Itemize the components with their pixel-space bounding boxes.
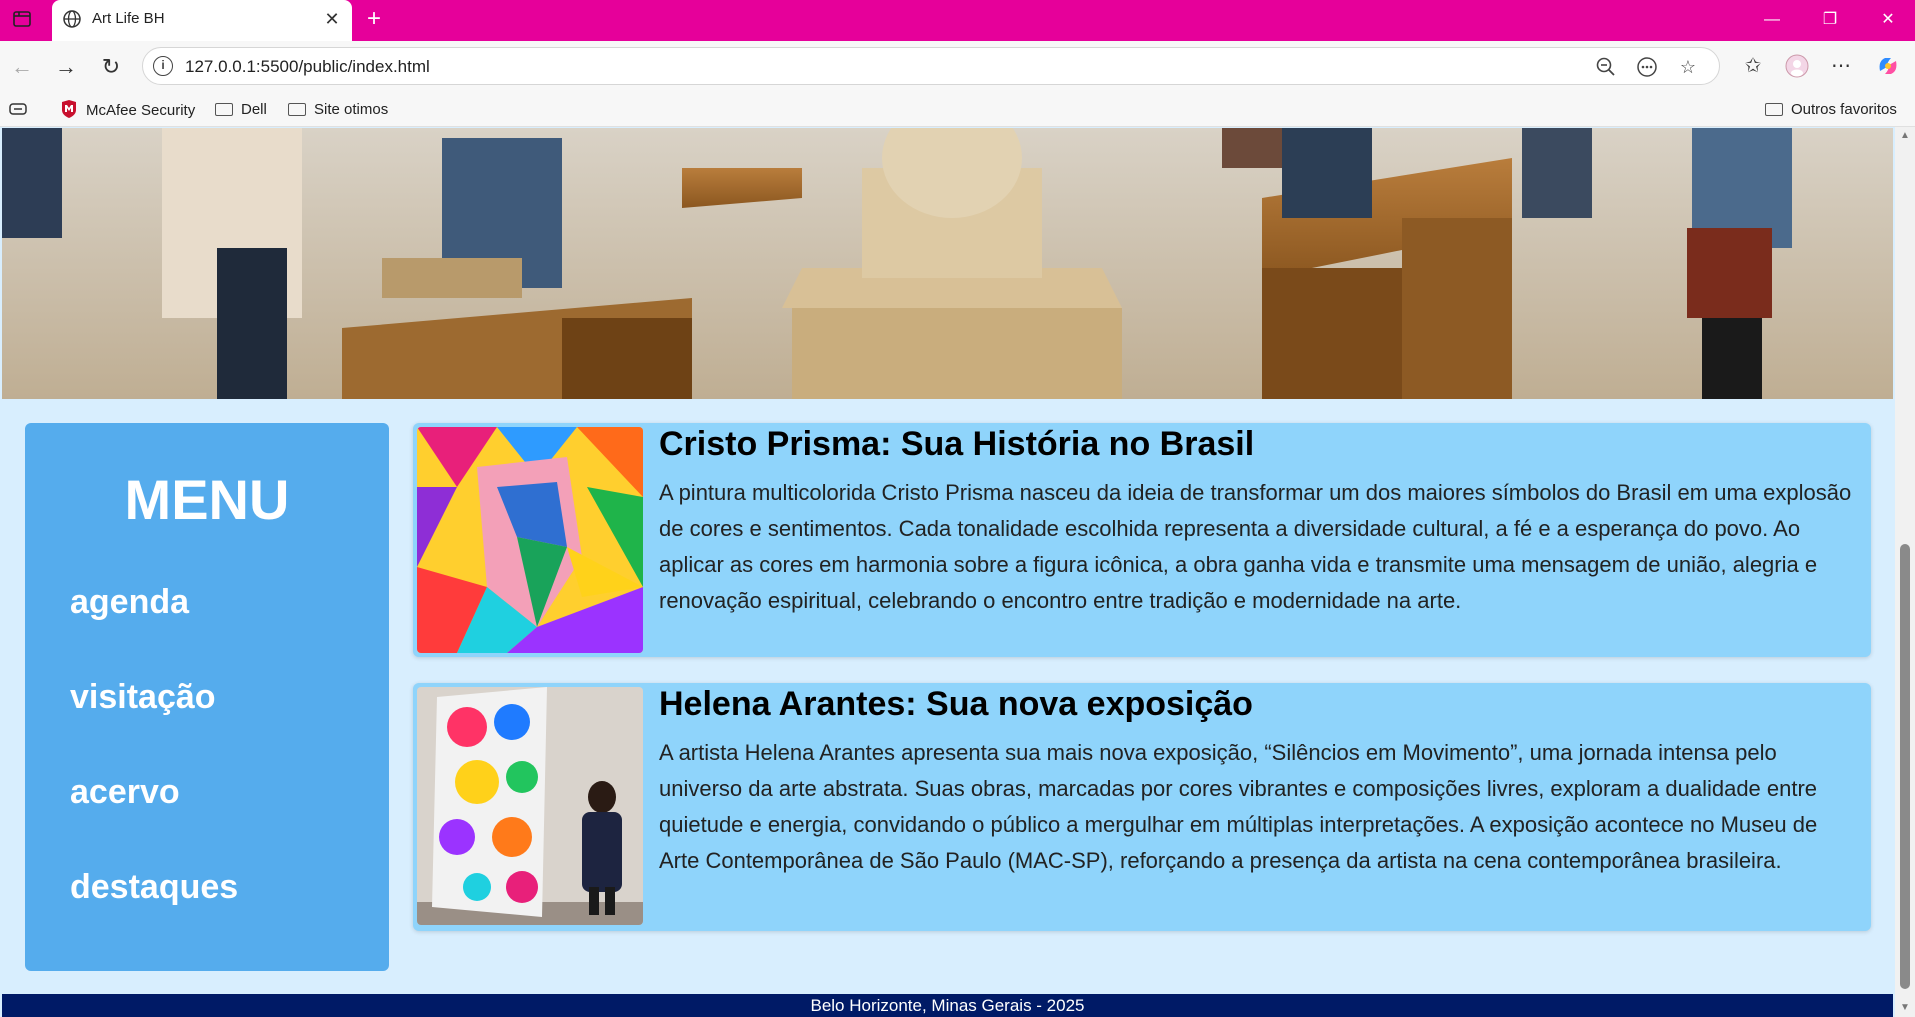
menu-item-destaques[interactable]: destaques (70, 868, 238, 907)
article-card: Helena Arantes: Sua nova exposição A art… (413, 683, 1871, 931)
bookmarks-bar: McAfee Security Dell Site otimos Outros … (0, 92, 1915, 127)
folder-icon (288, 103, 306, 116)
page-scrollbar[interactable]: ▲ ▼ (1895, 127, 1915, 1017)
close-window-icon[interactable]: ✕ (1868, 6, 1908, 34)
hero-museum-image (2, 128, 1893, 399)
back-icon[interactable]: ← (8, 53, 36, 81)
profile-avatar[interactable] (1784, 53, 1810, 79)
article-card: Cristo Prisma: Sua História no Brasil A … (413, 423, 1871, 657)
page-viewport: MENU agenda visitação acervo destaques C… (0, 127, 1895, 1017)
new-tab-icon[interactable]: + (362, 7, 386, 32)
menu-title: MENU (124, 468, 290, 531)
page-footer: Belo Horizonte, Minas Gerais - 2025 (2, 994, 1893, 1017)
scrollbar-thumb[interactable] (1900, 544, 1910, 989)
bookmark-dell[interactable]: Dell (215, 100, 267, 120)
restore-icon[interactable]: ❐ (1810, 6, 1850, 34)
bookmark-mcafee[interactable]: McAfee Security (60, 100, 195, 120)
side-menu: MENU agenda visitação acervo destaques (25, 423, 389, 971)
helena-arantes-image (417, 687, 643, 925)
browser-navbar: ← → ↻ i 127.0.0.1:5500/public/index.html… (0, 41, 1915, 92)
more-options-circle-icon[interactable] (1636, 56, 1658, 78)
url-text: 127.0.0.1:5500/public/index.html (185, 57, 430, 76)
browser-titlebar: Art Life BH ✕ + — ❐ ✕ (0, 0, 1915, 41)
mcafee-shield-icon (60, 100, 78, 124)
menu-item-acervo[interactable]: acervo (70, 773, 180, 812)
globe-icon (62, 9, 82, 29)
address-bar[interactable]: i 127.0.0.1:5500/public/index.html ☆ (142, 47, 1720, 85)
browser-tab[interactable]: Art Life BH ✕ (52, 0, 352, 41)
tab-actions-icon[interactable] (12, 9, 32, 29)
article-text: A pintura multicolorida Cristo Prisma na… (659, 480, 1852, 613)
tab-close-icon[interactable]: ✕ (322, 9, 342, 29)
cristo-prisma-image (417, 427, 643, 653)
folder-icon (215, 103, 233, 116)
tab-title: Art Life BH (92, 10, 165, 27)
site-info-icon[interactable]: i (153, 56, 173, 76)
reading-view-icon[interactable] (8, 100, 28, 120)
forward-icon[interactable]: → (52, 53, 80, 81)
copilot-icon[interactable] (1875, 53, 1901, 79)
menu-item-visitacao[interactable]: visitação (70, 678, 216, 717)
scroll-up-icon[interactable]: ▲ (1899, 131, 1911, 141)
reload-icon[interactable]: ↻ (97, 53, 125, 81)
scroll-down-icon[interactable]: ▼ (1899, 1003, 1911, 1013)
zoom-out-icon[interactable] (1595, 56, 1617, 78)
bookmark-other-favorites[interactable]: Outros favoritos (1765, 100, 1897, 120)
minimize-icon[interactable]: — (1752, 6, 1792, 34)
footer-text: Belo Horizonte, Minas Gerais - 2025 (810, 996, 1085, 1015)
article-title: Helena Arantes: Sua nova exposição (659, 685, 1253, 723)
article-text: A artista Helena Arantes apresenta sua m… (659, 740, 1818, 873)
bookmark-label: Outros favoritos (1791, 101, 1897, 118)
bookmark-site-otimos[interactable]: Site otimos (288, 100, 388, 120)
article-title: Cristo Prisma: Sua História no Brasil (659, 425, 1255, 463)
favorite-star-icon[interactable]: ☆ (1677, 56, 1699, 78)
settings-more-icon[interactable]: ⋯ (1828, 53, 1854, 79)
bookmark-label: Site otimos (314, 101, 389, 118)
bookmark-label: Dell (241, 101, 267, 118)
menu-item-agenda[interactable]: agenda (70, 583, 189, 622)
main-content: MENU agenda visitação acervo destaques C… (0, 399, 1895, 994)
favorites-icon[interactable]: ✩ (1740, 53, 1766, 79)
bookmark-label: McAfee Security (86, 102, 196, 119)
folder-icon (1765, 103, 1783, 116)
